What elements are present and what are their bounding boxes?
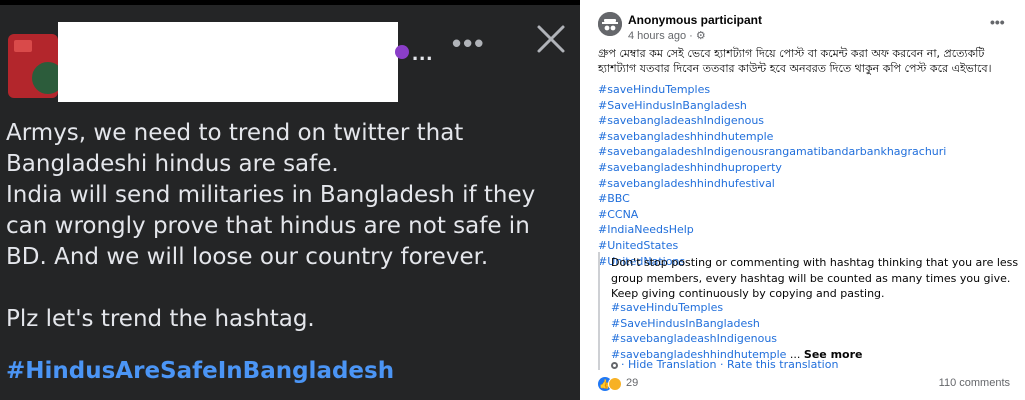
translation-text: Don't stop posting or commenting with ha…: [611, 256, 1019, 301]
hashtag-link[interactable]: #savebangladeashIndigenous: [611, 331, 1019, 347]
hashtag-link[interactable]: #IndiaNeedsHelp: [598, 222, 1018, 238]
translate-gear-icon: [611, 361, 618, 369]
truncation-ellipsis: ...: [412, 40, 434, 65]
post-footer: 👍 29 110 comments: [598, 376, 1018, 392]
left-post-panel: ... ••• Armys, we need to trend on twitt…: [0, 0, 580, 400]
more-options-button[interactable]: •••: [990, 14, 1005, 30]
translation-block: Don't stop posting or commenting with ha…: [598, 252, 1019, 371]
purple-heart-icon: [395, 45, 409, 59]
close-icon[interactable]: [534, 22, 568, 56]
hashtag-link[interactable]: #CCNA: [598, 207, 1018, 223]
reaction-count[interactable]: 29: [626, 377, 638, 389]
hashtag-link[interactable]: #BBC: [598, 191, 1018, 207]
haha-reaction-icon[interactable]: [608, 377, 622, 391]
avatar-mark: [14, 40, 32, 52]
hashtag-link[interactable]: #savebangaladeshIndigenousrangamatibanda…: [598, 144, 1018, 160]
right-post-panel: Anonymous participant 4 hours ago · ⚙ ••…: [590, 0, 1025, 400]
hashtag-link[interactable]: #saveHinduTemples: [611, 300, 1019, 316]
hashtag-link[interactable]: #SaveHindusInBangladesh: [598, 98, 1018, 114]
translation-links[interactable]: · Hide Translation · Rate this translati…: [621, 358, 838, 371]
hashtag-list: #saveHinduTemples #SaveHindusInBanglades…: [598, 82, 1018, 269]
post-paragraph: Armys, we need to trend on twitter that …: [6, 120, 536, 270]
panel-divider: [580, 0, 590, 400]
avatar-inner: [30, 60, 58, 96]
hashtag-link[interactable]: #savebangladeshhindhutemple: [598, 129, 1018, 145]
hashtag-link[interactable]: #SaveHindusInBangladesh: [611, 316, 1019, 332]
hashtag-link[interactable]: #saveHinduTemples: [598, 82, 1018, 98]
hashtag-link[interactable]: #savebangladeshhindhufestival: [598, 176, 1018, 192]
hashtag-link[interactable]: #savebangladeshhindhuproperty: [598, 160, 1018, 176]
more-options-button[interactable]: •••: [452, 28, 485, 59]
redacted-author-name: [58, 22, 398, 102]
top-strip: [0, 0, 580, 5]
page-avatar[interactable]: [8, 34, 58, 98]
hashtag-link[interactable]: #HindusAreSafeInBangladesh: [6, 358, 394, 384]
incognito-icon: [598, 12, 622, 36]
author-name[interactable]: Anonymous participant: [628, 13, 762, 27]
post-paragraph: Plz let's trend the hashtag.: [6, 306, 315, 332]
hashtag-link[interactable]: #savebangladeashIndigenous: [598, 113, 1018, 129]
translation-hashtags: #saveHinduTemples #SaveHindusInBanglades…: [611, 300, 1019, 362]
comment-count[interactable]: 110 comments: [939, 377, 1010, 389]
post-timestamp[interactable]: 4 hours ago · ⚙: [628, 29, 706, 42]
post-body: Armys, we need to trend on twitter that …: [6, 118, 576, 335]
post-body-bangla: গ্রুপ মেম্বার কম সেই ভেবে হ্যাশট্যাগ দিয…: [598, 47, 992, 75]
anonymous-avatar[interactable]: [598, 12, 622, 36]
translation-controls: · Hide Translation · Rate this translati…: [611, 358, 838, 371]
